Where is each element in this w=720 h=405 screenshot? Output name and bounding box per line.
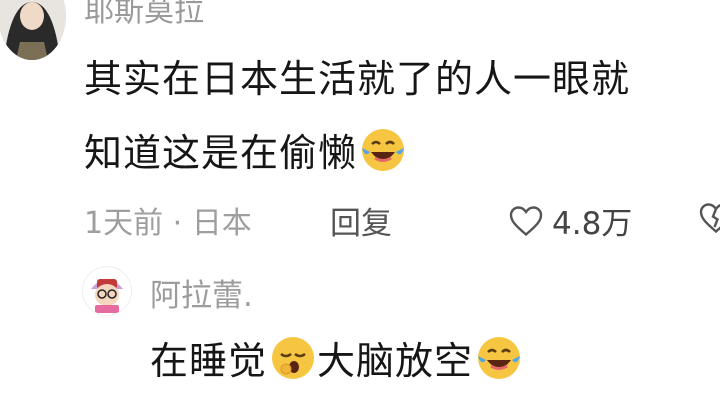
dislike-icon[interactable]: [698, 200, 720, 236]
reply-text-part1: 在睡觉: [150, 339, 268, 383]
like-button[interactable]: 4.8万: [508, 198, 632, 243]
arale-avatar-image: [83, 267, 131, 315]
heart-icon: [509, 205, 543, 236]
avatar-image: [0, 0, 66, 60]
reply-text-part2: 大脑放空: [317, 339, 474, 383]
comment-text-line1: 其实在日本生活就了的人一眼就: [84, 57, 631, 101]
comment-meta: 1天前 · 日本: [84, 206, 252, 241]
laugh-cry-emoji: [475, 334, 523, 382]
reply-button[interactable]: 回复: [330, 198, 392, 243]
laugh-cry-emoji: [359, 126, 407, 174]
reply-username[interactable]: 阿拉蕾.: [150, 270, 253, 315]
comment-username[interactable]: 耶斯莫拉: [84, 0, 204, 30]
comment-text: 知道这是在偷懒: [84, 131, 358, 175]
like-count: 4.8万: [552, 206, 633, 242]
user-avatar[interactable]: [0, 0, 66, 60]
yawning-emoji: [269, 334, 317, 382]
reply-avatar[interactable]: [82, 266, 132, 316]
comment-text-line2: 知道这是在偷懒: [84, 122, 407, 177]
reply-text: 在睡觉 大脑放空: [150, 330, 523, 385]
